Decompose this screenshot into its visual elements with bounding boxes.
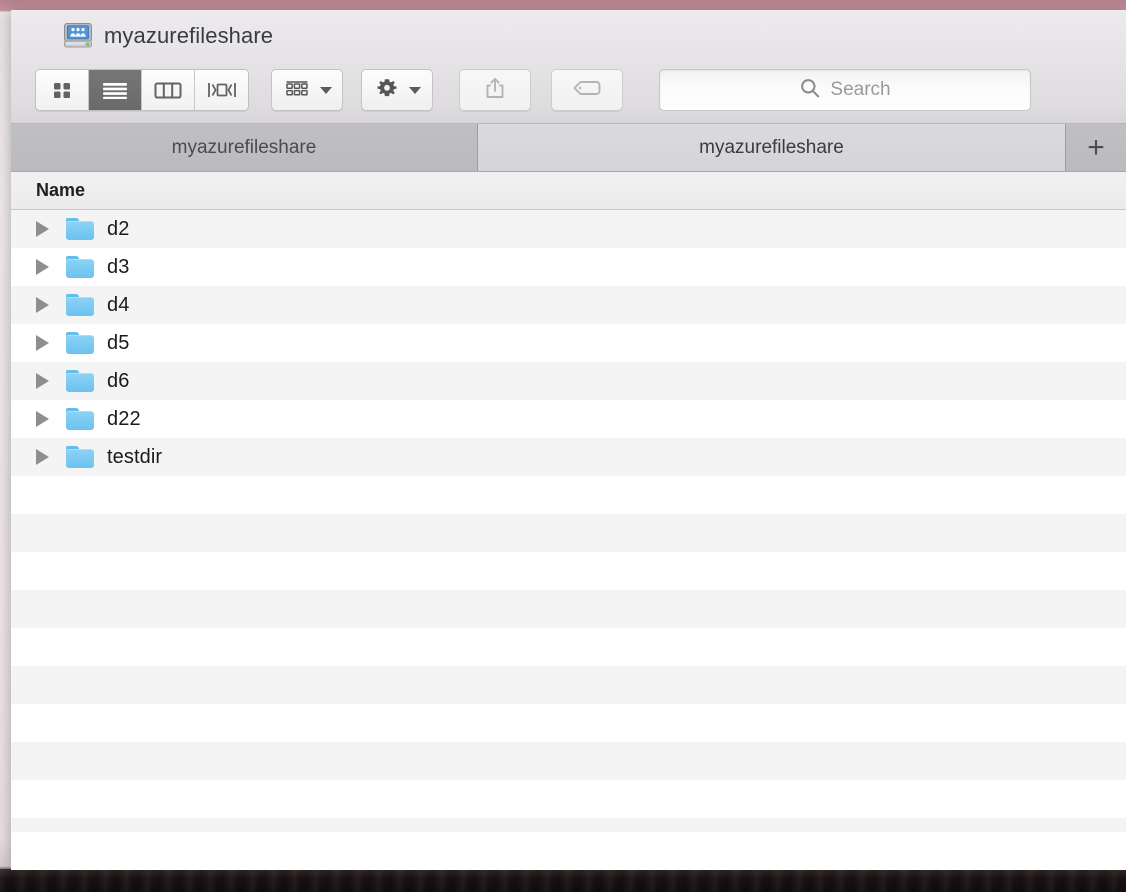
empty-row [11, 666, 1126, 704]
table-row[interactable]: d3 [11, 248, 1126, 286]
gear-icon [374, 76, 400, 105]
table-row[interactable]: d5 [11, 324, 1126, 362]
folder-icon [66, 370, 94, 392]
file-name-label: d2 [107, 218, 129, 241]
folder-icon [66, 408, 94, 430]
tag-icon [571, 78, 603, 103]
empty-row [11, 780, 1126, 818]
disclosure-triangle-icon[interactable] [36, 335, 49, 351]
empty-row [11, 628, 1126, 666]
empty-row [11, 476, 1126, 514]
disclosure-triangle-icon[interactable] [36, 373, 49, 389]
tab-myazurefileshare-1[interactable]: myazurefileshare [11, 124, 478, 171]
column-view-button[interactable] [142, 70, 195, 110]
chevron-down-icon [320, 87, 332, 94]
disclosure-triangle-icon[interactable] [36, 221, 49, 237]
table-row[interactable]: d2 [11, 210, 1126, 248]
tab-bar: myazurefileshare myazurefileshare + [11, 124, 1126, 172]
empty-row [11, 704, 1126, 742]
disclosure-triangle-icon[interactable] [36, 449, 49, 465]
chevron-down-icon [409, 87, 421, 94]
plus-icon: + [1087, 133, 1105, 163]
folder-icon [66, 294, 94, 316]
column-header-name[interactable]: Name [36, 180, 85, 201]
table-row[interactable]: d4 [11, 286, 1126, 324]
folder-icon [66, 446, 94, 468]
search-input[interactable]: Search [659, 69, 1031, 111]
page-title: myazurefileshare [104, 23, 273, 49]
file-list[interactable]: d2 d3 d4 d5 d6 d22 testdir [11, 210, 1126, 832]
file-name-label: d4 [107, 294, 129, 317]
empty-row [11, 818, 1126, 832]
network-share-drive-icon [63, 23, 93, 49]
empty-row [11, 552, 1126, 590]
share-button[interactable] [459, 69, 531, 111]
new-tab-button[interactable]: + [1066, 124, 1126, 171]
search-icon [799, 77, 821, 104]
empty-row [11, 742, 1126, 780]
window-toolbar: myazurefileshare [11, 10, 1126, 124]
gallery-view-button[interactable] [195, 70, 248, 110]
desktop-wallpaper-bottom [0, 869, 1126, 892]
disclosure-triangle-icon[interactable] [36, 411, 49, 427]
file-name-label: testdir [107, 446, 162, 469]
icon-view-button[interactable] [36, 70, 89, 110]
tags-button[interactable] [551, 69, 623, 111]
folder-icon [66, 256, 94, 278]
disclosure-triangle-icon[interactable] [36, 259, 49, 275]
table-row[interactable]: d22 [11, 400, 1126, 438]
empty-row [11, 590, 1126, 628]
list-column-header: Name [11, 172, 1126, 210]
folder-icon [66, 332, 94, 354]
tab-label: myazurefileshare [172, 137, 317, 159]
search-placeholder: Search [830, 79, 890, 101]
window-title-bar: myazurefileshare [11, 10, 1126, 62]
arrange-by-button[interactable] [271, 69, 343, 111]
list-view-button[interactable] [89, 70, 142, 110]
disclosure-triangle-icon[interactable] [36, 297, 49, 313]
file-name-label: d5 [107, 332, 129, 355]
action-menu-button[interactable] [361, 69, 433, 111]
arrange-grid-icon [283, 77, 311, 104]
finder-window: myazurefileshare [11, 10, 1126, 870]
table-row[interactable]: testdir [11, 438, 1126, 476]
tab-label: myazurefileshare [699, 137, 844, 159]
toolbar-controls: Search [11, 62, 1126, 118]
share-icon [483, 75, 507, 106]
file-name-label: d6 [107, 370, 129, 393]
empty-row [11, 514, 1126, 552]
view-mode-segmented-control[interactable] [35, 69, 249, 111]
tab-myazurefileshare-2[interactable]: myazurefileshare [478, 124, 1066, 171]
table-row[interactable]: d6 [11, 362, 1126, 400]
folder-icon [66, 218, 94, 240]
file-name-label: d3 [107, 256, 129, 279]
file-name-label: d22 [107, 408, 141, 431]
